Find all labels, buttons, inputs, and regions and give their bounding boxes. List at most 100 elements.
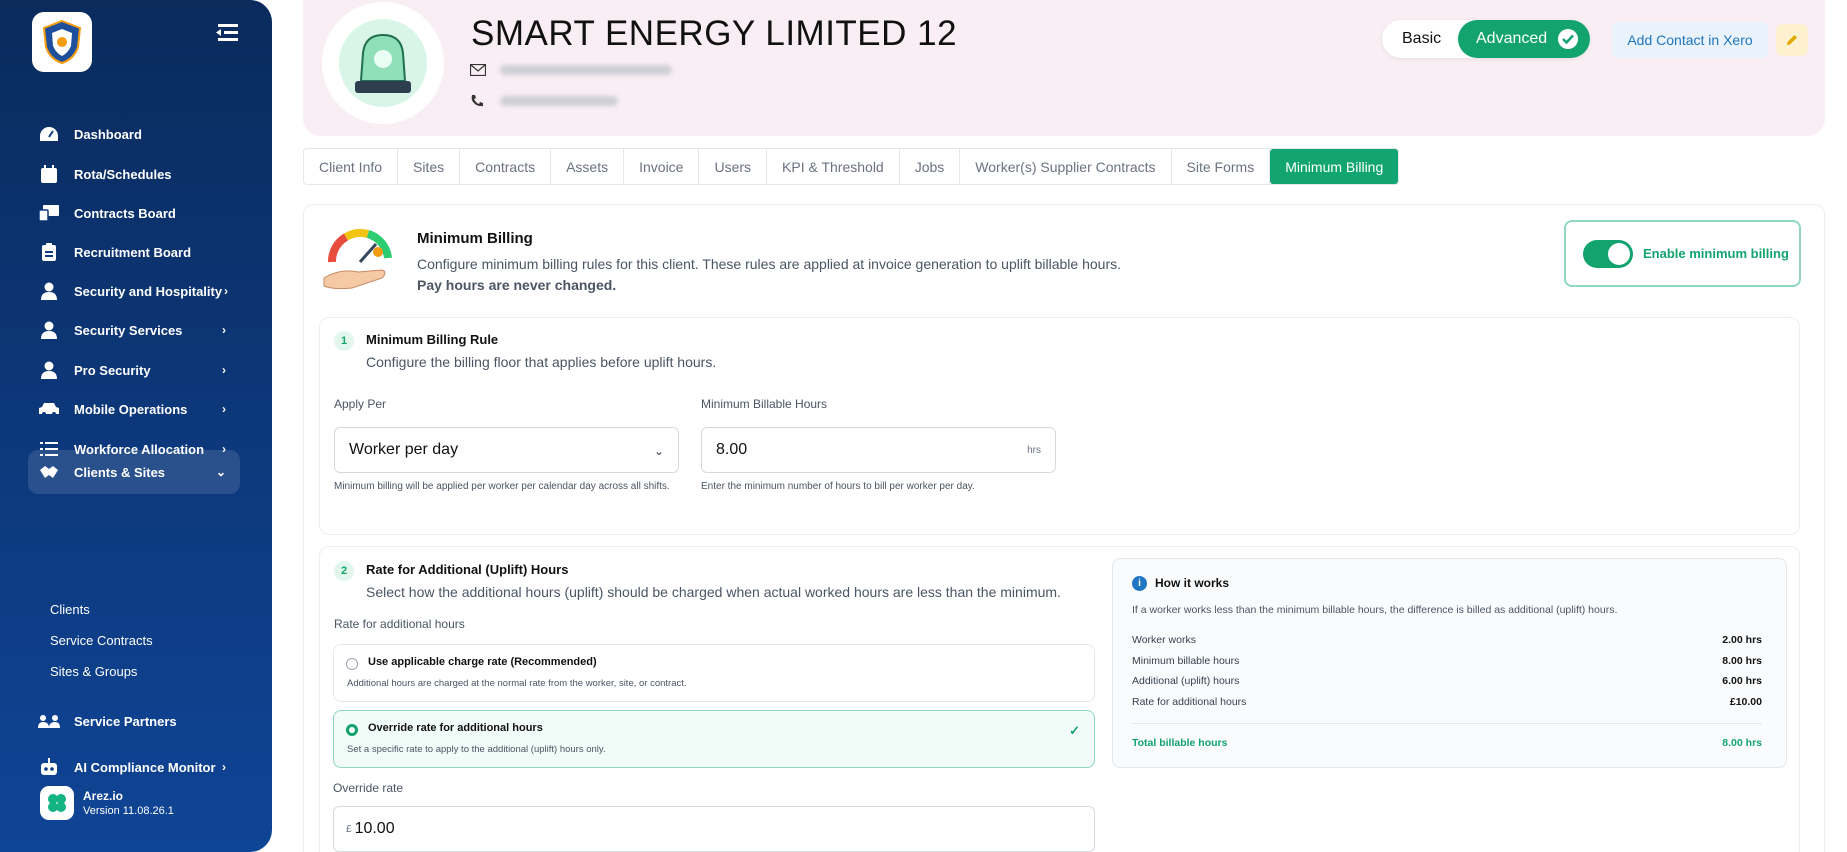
tab-assets[interactable]: Assets — [551, 149, 625, 184]
sidebar-subitem-clients[interactable]: Clients — [50, 602, 90, 617]
mode-advanced-button[interactable]: Advanced — [1458, 20, 1590, 58]
sidebar-item-security-hospitality[interactable]: Security and Hospitality › — [28, 269, 240, 313]
add-contact-xero-button[interactable]: Add Contact in Xero — [1612, 22, 1768, 58]
tab-worker-supplier-contracts[interactable]: Worker(s) Supplier Contracts — [960, 149, 1172, 184]
sidebar-item-rota[interactable]: Rota/Schedules — [28, 152, 240, 196]
step-number: 1 — [334, 331, 354, 351]
clipboard-icon — [38, 241, 60, 263]
how-it-works-box: i How it works If a worker works less th… — [1112, 558, 1787, 768]
pencil-icon — [1787, 35, 1797, 45]
override-rate-value: 10.00 — [354, 820, 395, 837]
how-row: Additional (uplift) hours 6.00 hrs — [1132, 675, 1762, 687]
sidebar-item-ai-compliance[interactable]: AI Compliance Monitor › — [28, 745, 240, 789]
sidebar-subitem-sites-groups[interactable]: Sites & Groups — [50, 664, 137, 679]
radio-button[interactable] — [346, 658, 358, 670]
partners-icon — [38, 710, 60, 732]
tab-kpi-threshold[interactable]: KPI & Threshold — [767, 149, 900, 184]
how-total-value: 8.00 hrs — [1722, 737, 1762, 749]
min-hours-input[interactable]: 8.00 hrs — [701, 427, 1056, 473]
sidebar-item-label: Security Services — [74, 322, 183, 338]
edit-button[interactable] — [1776, 24, 1808, 56]
mail-icon — [470, 64, 486, 76]
siren-icon — [339, 19, 427, 107]
how-it-works-title: How it works — [1155, 576, 1230, 590]
tab-jobs[interactable]: Jobs — [900, 149, 961, 184]
sidebar-item-pro-security[interactable]: Pro Security › — [28, 348, 240, 392]
minimum-billing-description: Configure minimum billing rules for this… — [417, 256, 1121, 272]
tab-client-info[interactable]: Client Info — [304, 149, 399, 184]
check-circle-icon — [1558, 29, 1578, 49]
radio-button[interactable] — [346, 724, 358, 736]
min-hours-label: Minimum Billable Hours — [701, 397, 828, 411]
how-row-label: Rate for additional hours — [1132, 696, 1247, 708]
option-description: Additional hours are charged at the norm… — [347, 678, 687, 689]
car-icon — [38, 398, 60, 420]
sidebar-item-label: Security and Hospitality — [74, 283, 223, 299]
billing-rule-card — [319, 317, 1800, 535]
sidebar-item-recruitment-board[interactable]: Recruitment Board — [28, 230, 240, 274]
min-hours-hint: Enter the minimum number of hours to bil… — [701, 481, 975, 492]
tab-contracts[interactable]: Contracts — [460, 149, 552, 184]
tab-site-forms[interactable]: Site Forms — [1172, 149, 1271, 184]
option-title: Use applicable charge rate (Recommended) — [368, 656, 597, 668]
uplift-title: Rate for Additional (Uplift) Hours — [366, 562, 569, 577]
rule-description: Configure the billing floor that applies… — [366, 354, 717, 370]
client-avatar — [322, 2, 444, 124]
app-logo — [40, 786, 74, 820]
enable-minimum-billing-label: Enable minimum billing — [1643, 246, 1789, 261]
collapse-menu-icon[interactable] — [214, 22, 240, 44]
chevron-right-icon: › — [222, 402, 226, 416]
how-row-value: 2.00 hrs — [1722, 634, 1762, 646]
option-override-rate[interactable]: Override rate for additional hours Set a… — [333, 710, 1095, 768]
company-logo[interactable] — [32, 12, 92, 72]
sidebar-item-service-partners[interactable]: Service Partners — [28, 699, 240, 743]
tab-minimum-billing[interactable]: Minimum Billing — [1270, 149, 1399, 184]
user-icon — [38, 319, 60, 341]
sidebar-item-label: Recruitment Board — [74, 244, 192, 260]
mode-advanced-label: Advanced — [1476, 30, 1548, 47]
apply-per-select[interactable]: Worker per day ⌄ — [334, 427, 679, 473]
option-applicable-rate[interactable]: Use applicable charge rate (Recommended)… — [333, 644, 1095, 702]
tab-invoice[interactable]: Invoice — [624, 149, 700, 184]
app-version: Version 11.08.26.1 — [83, 805, 174, 817]
tab-users[interactable]: Users — [699, 149, 768, 184]
how-total-label: Total billable hours — [1132, 737, 1228, 749]
sidebar-item-clients-sites[interactable]: Clients & Sites ⌄ — [28, 450, 240, 494]
how-row: Worker works 2.00 hrs — [1132, 634, 1762, 646]
robot-icon — [38, 756, 60, 778]
mode-basic-button[interactable]: Basic — [1402, 30, 1441, 48]
sidebar-item-label: Rota/Schedules — [74, 166, 172, 182]
sidebar-item-label: Service Partners — [74, 713, 177, 729]
arez-logo-icon — [48, 794, 66, 812]
override-rate-label: Override rate — [333, 781, 404, 795]
step-number: 2 — [334, 561, 354, 581]
sidebar-item-label: Clients & Sites — [74, 464, 166, 480]
apply-per-label: Apply Per — [334, 397, 387, 411]
how-row-value: 6.00 hrs — [1722, 675, 1762, 687]
currency-symbol: £ — [346, 823, 352, 835]
enable-minimum-billing-toggle[interactable]: Enable minimum billing — [1564, 220, 1801, 287]
how-row-label: Worker works — [1132, 634, 1196, 646]
how-row: Minimum billable hours 8.00 hrs — [1132, 655, 1762, 667]
user-icon — [38, 359, 60, 381]
rule-title: Minimum Billing Rule — [366, 332, 499, 347]
info-icon: i — [1132, 576, 1147, 591]
redacted-phone — [500, 96, 618, 106]
dashboard-icon — [38, 123, 60, 145]
override-rate-input[interactable]: £ 10.00 — [333, 806, 1095, 852]
divider — [1132, 723, 1762, 724]
chevron-down-icon: ⌄ — [215, 465, 226, 479]
email-row — [470, 64, 672, 76]
sidebar-item-security-services[interactable]: Security Services › — [28, 308, 240, 352]
how-total-row: Total billable hours 8.00 hrs — [1132, 737, 1762, 749]
sidebar-item-label: Pro Security — [74, 362, 151, 378]
toggle-switch[interactable] — [1583, 239, 1633, 268]
phone-row — [470, 94, 618, 108]
sidebar-item-dashboard[interactable]: Dashboard — [28, 112, 240, 156]
company-name: SMART ENERGY LIMITED 12 — [471, 14, 958, 53]
sidebar-item-mobile-operations[interactable]: Mobile Operations › — [28, 387, 240, 431]
sidebar-item-contracts-board[interactable]: Contracts Board — [28, 191, 240, 235]
sidebar-subitem-service-contracts[interactable]: Service Contracts — [50, 633, 153, 648]
tab-sites[interactable]: Sites — [398, 149, 461, 184]
redacted-email — [500, 65, 672, 75]
